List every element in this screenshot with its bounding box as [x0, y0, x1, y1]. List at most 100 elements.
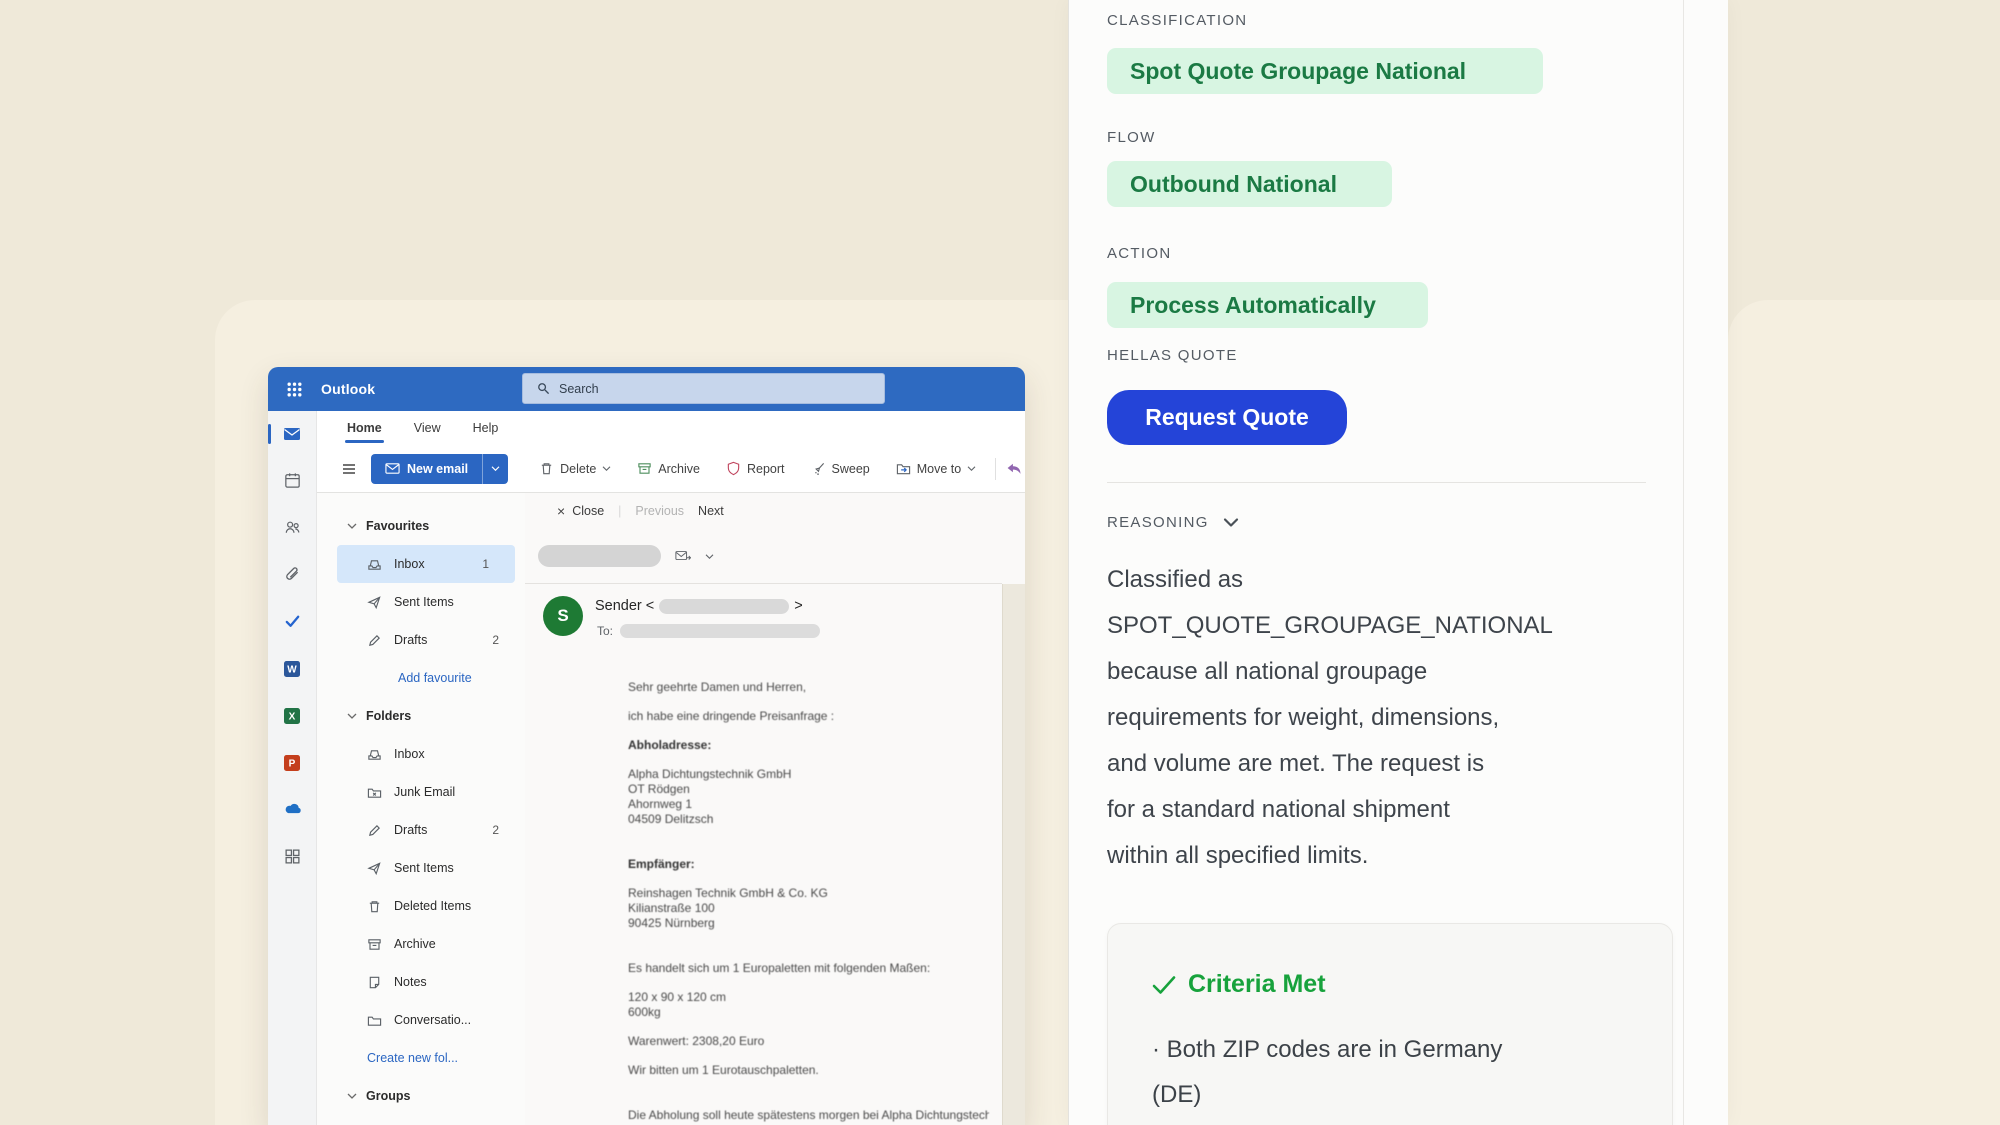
criteria-item: · Both ZIP codes are in Germany (DE) — [1152, 1027, 1642, 1117]
search-icon — [537, 382, 550, 395]
email-paragraph: Abholadresse: — [628, 738, 989, 753]
check-icon — [1152, 975, 1176, 995]
favourites-header[interactable]: Favourites — [317, 507, 525, 545]
divider — [1107, 482, 1646, 483]
chevron-down-icon — [347, 712, 357, 720]
onedrive-cloud-icon[interactable] — [282, 799, 303, 820]
report-button[interactable]: Report — [713, 454, 798, 484]
mail-forward-icon — [675, 549, 691, 563]
folder-inbox[interactable]: Inbox — [317, 735, 525, 773]
reading-pane: × Close | Previous Next — [525, 493, 1025, 1125]
draft-count: 2 — [492, 633, 499, 647]
new-email-dropdown[interactable] — [482, 454, 508, 484]
email-paragraph: Reinshagen Technik GmbH & Co. KG Kilians… — [628, 886, 989, 931]
vertical-scrollbar[interactable] — [1002, 584, 1025, 1125]
redacted-recipient — [620, 624, 820, 638]
inbox-icon — [367, 747, 382, 762]
next-button[interactable]: Next — [698, 504, 724, 518]
action-value-badge: Process Automatically — [1107, 282, 1428, 328]
calendar-icon[interactable] — [282, 470, 303, 491]
folder-junk-email[interactable]: Junk Email — [317, 773, 525, 811]
pencil-draft-icon — [367, 823, 382, 838]
divider — [525, 583, 1002, 584]
previous-button[interactable]: Previous — [635, 504, 684, 518]
chevron-down-icon — [347, 522, 357, 530]
criteria-met-title: Criteria Met — [1188, 970, 1326, 999]
todo-check-icon[interactable] — [282, 611, 303, 632]
folder-sent-items[interactable]: Sent Items — [317, 849, 525, 887]
email-paragraph: Empfänger: — [628, 857, 989, 872]
trash-icon — [539, 461, 554, 476]
folder-archive[interactable]: Archive — [317, 925, 525, 963]
sender-avatar: S — [543, 596, 583, 636]
groups-header[interactable]: Groups — [317, 1077, 525, 1115]
page: Outlook Search — [0, 0, 2000, 1125]
chevron-down-icon — [347, 1092, 357, 1100]
sweep-button[interactable]: Sweep — [798, 454, 883, 484]
criteria-met-card: Criteria Met · Both ZIP codes are in Ger… — [1107, 923, 1673, 1125]
request-quote-button[interactable]: Request Quote — [1107, 390, 1347, 445]
email-paragraph: 120 x 90 x 120 cm 600kg — [628, 990, 989, 1020]
people-icon[interactable] — [282, 517, 303, 538]
outlook-titlebar: Outlook Search — [268, 367, 1025, 411]
reasoning-toggle[interactable]: REASONING — [1107, 514, 1728, 531]
create-new-folder-link[interactable]: Create new fol... — [317, 1039, 525, 1077]
app-title: Outlook — [321, 381, 375, 397]
chevron-down-icon[interactable] — [705, 553, 714, 560]
tab-help[interactable]: Help — [473, 421, 499, 435]
trash-icon — [367, 899, 382, 914]
folder-deleted-items[interactable]: Deleted Items — [317, 887, 525, 925]
favourite-sent-items[interactable]: Sent Items — [317, 583, 525, 621]
svg-text:X: X — [289, 711, 296, 722]
email-paragraph: ich habe eine dringende Preisanfrage : — [628, 709, 989, 724]
tab-home[interactable]: Home — [347, 421, 382, 435]
folder-pane: Favourites Inbox 1 Sent Items — [317, 493, 525, 1125]
archive-button[interactable]: Archive — [624, 454, 713, 484]
flow-value-badge: Outbound National — [1107, 161, 1392, 207]
folder-conversation-history[interactable]: Conversatio... — [317, 1001, 525, 1039]
folder-drafts[interactable]: Drafts 2 — [317, 811, 525, 849]
search-input[interactable]: Search — [522, 373, 885, 404]
email-body: Sehr geehrte Damen und Herren,ich habe e… — [628, 680, 989, 1125]
shield-report-icon — [726, 461, 741, 476]
draft-count: 2 — [492, 823, 499, 837]
toolbar-separator — [995, 458, 996, 480]
flow-label: FLOW — [1107, 129, 1728, 146]
more-apps-grid-icon[interactable] — [282, 846, 303, 867]
attachment-paperclip-icon[interactable] — [282, 564, 303, 585]
delete-button[interactable]: Delete — [526, 454, 624, 484]
to-label: To: — [597, 624, 613, 638]
new-email-button[interactable]: New email — [371, 454, 508, 484]
favourite-inbox[interactable]: Inbox 1 — [337, 545, 515, 583]
folder-notes[interactable]: Notes — [317, 963, 525, 1001]
hellas-quote-label: HELLAS QUOTE — [1107, 347, 1728, 364]
chevron-down-icon — [967, 465, 976, 472]
favourite-drafts[interactable]: Drafts 2 — [317, 621, 525, 659]
reply-arrow-icon[interactable] — [1006, 461, 1023, 476]
right-beige-card — [1728, 300, 2000, 1125]
tab-view[interactable]: View — [414, 421, 441, 435]
close-button[interactable]: × Close — [557, 503, 604, 519]
move-to-button[interactable]: Move to — [883, 454, 989, 484]
folders-header[interactable]: Folders — [317, 697, 525, 735]
ribbon-tabs: Home View Help — [317, 411, 1025, 445]
app-rail: W X P — [268, 411, 317, 1125]
archive-icon — [637, 461, 652, 476]
chevron-down-icon — [602, 465, 611, 472]
classification-value-badge: Spot Quote Groupage National — [1107, 48, 1543, 94]
divider: | — [618, 504, 621, 518]
sender-name: Sender < — [595, 598, 654, 614]
excel-icon[interactable]: X — [282, 705, 303, 726]
classification-panel: CLASSIFICATION Spot Quote Groupage Natio… — [1068, 0, 1728, 1125]
mail-icon[interactable] — [282, 423, 303, 444]
powerpoint-icon[interactable]: P — [282, 752, 303, 773]
chevron-down-icon — [491, 465, 500, 472]
close-icon: × — [557, 503, 565, 519]
word-icon[interactable]: W — [282, 658, 303, 679]
app-launcher-waffle-icon[interactable] — [286, 381, 303, 398]
hamburger-menu-icon[interactable] — [341, 461, 357, 477]
pencil-draft-icon — [367, 633, 382, 648]
reasoning-label: REASONING — [1107, 514, 1209, 531]
add-favourite-link[interactable]: Add favourite — [317, 659, 525, 697]
email-paragraph: Die Abholung soll heute spätestens morge… — [628, 1108, 989, 1123]
